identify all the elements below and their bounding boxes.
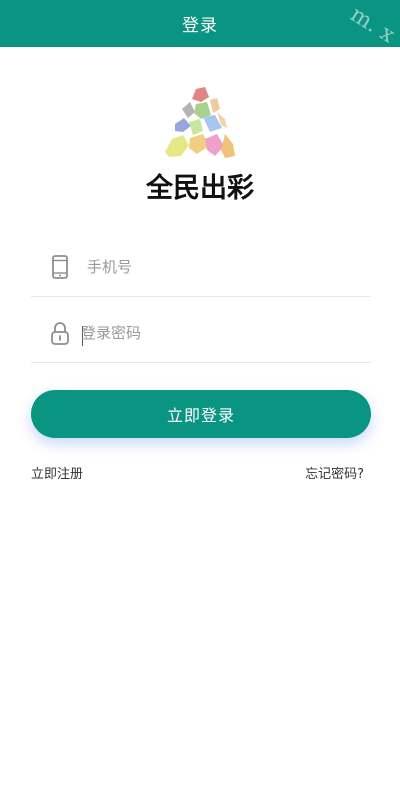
brand-logo: 全民出彩 [145, 82, 255, 204]
register-link[interactable]: 立即注册 [31, 463, 83, 482]
watermark-text: m. x [345, 2, 399, 49]
login-screen: 登录 m. x 全民出彩 手机号 立即登录 立即注册 忘记密码? [0, 0, 400, 800]
forgot-password-link[interactable]: 忘记密码? [305, 463, 364, 482]
password-input[interactable] [81, 320, 351, 346]
phone-icon [49, 255, 71, 279]
password-field [31, 302, 371, 363]
lock-icon [49, 321, 71, 345]
triangle-mosaic-logo-icon [165, 87, 235, 158]
brand-name: 全民出彩 [146, 173, 254, 204]
top-bar: 登录 m. x [0, 0, 400, 49]
phone-field [31, 236, 371, 297]
page-title: 登录 [182, 16, 218, 36]
login-button[interactable]: 立即登录 [31, 390, 371, 438]
phone-input[interactable] [87, 254, 357, 280]
